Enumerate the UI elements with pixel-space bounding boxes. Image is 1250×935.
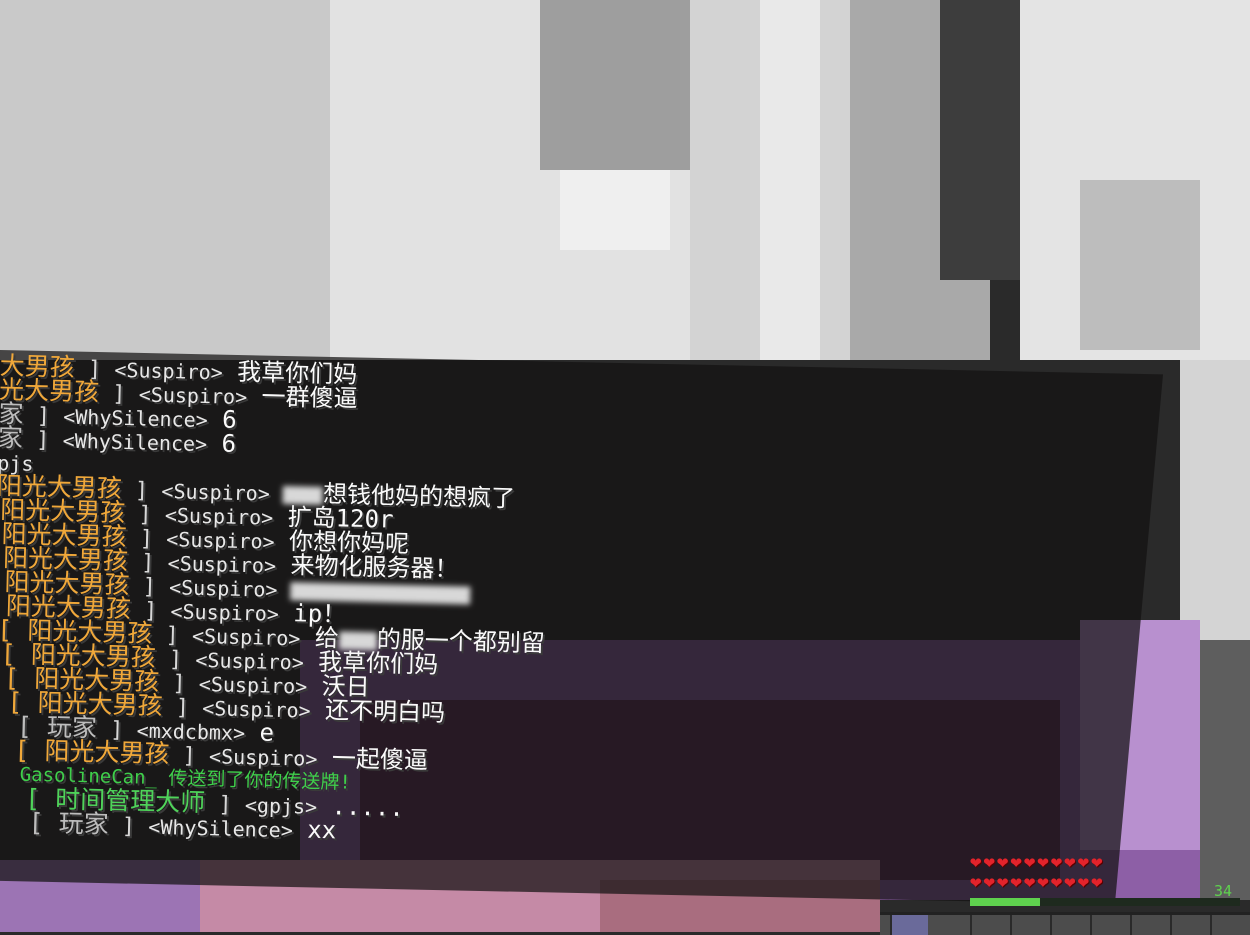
chat-bracket: ] xyxy=(124,502,166,529)
chat-bracket: ] xyxy=(204,792,246,819)
chat-bracket: ] xyxy=(151,622,193,649)
heart-icon: ❤ xyxy=(983,871,995,893)
chat-bracket: ] xyxy=(126,526,167,553)
hotbar-slot[interactable] xyxy=(1170,915,1208,935)
chat-bracket: ] xyxy=(23,403,64,430)
chat-bracket: ] xyxy=(169,743,210,770)
heart-icon: ❤ xyxy=(1077,851,1090,873)
heart-icon: ❤ xyxy=(1010,871,1022,893)
hotbar-slot[interactable] xyxy=(1010,915,1048,935)
heart-icon: ❤ xyxy=(1050,851,1063,873)
chat-bracket: ] xyxy=(158,670,200,697)
heart-icon: ❤ xyxy=(1010,851,1022,873)
hotbar-slot[interactable] xyxy=(970,915,1008,935)
hotbar-slot[interactable] xyxy=(1090,915,1128,935)
chat-bracket: ] xyxy=(162,695,203,722)
heart-icon: ❤ xyxy=(1091,871,1103,893)
xp-bar-fill xyxy=(970,898,1041,906)
chat-rank: 家 xyxy=(0,422,24,453)
heart-icon: ❤ xyxy=(970,871,982,893)
heart-icon: ❤ xyxy=(996,851,1009,873)
heart-icon: ❤ xyxy=(1037,871,1049,893)
chat-message: 6 xyxy=(206,429,237,458)
heart-icon: ❤ xyxy=(1050,871,1063,893)
heart-icon: ❤ xyxy=(983,851,995,873)
hotbar-slot[interactable] xyxy=(1210,915,1248,935)
chat-bracket: ] xyxy=(98,381,140,408)
chat-bracket: ] xyxy=(22,427,63,454)
health-bar: ❤ ❤ ❤ ❤ ❤ ❤ ❤ ❤ ❤ ❤ ❤ ❤ ❤ ❤ ❤ ❤ ❤ ❤ ❤ ❤ xyxy=(970,852,1210,892)
hotbar-slot[interactable] xyxy=(1130,915,1168,935)
heart-icon: ❤ xyxy=(1077,871,1090,893)
chat-bracket: ] xyxy=(121,478,162,504)
heart-icon: ❤ xyxy=(1091,851,1103,873)
heart-icon: ❤ xyxy=(996,871,1009,893)
chat-message: xx xyxy=(292,815,337,845)
chat-bracket: ] xyxy=(129,574,170,601)
heart-icon: ❤ xyxy=(1064,851,1076,873)
hotbar-slot[interactable] xyxy=(890,915,928,935)
chat-rank: [ 玩家 xyxy=(28,807,110,839)
chat-message: e xyxy=(244,718,275,747)
chat-player-name: <WhySilence> xyxy=(148,814,294,843)
chat-bracket: ] xyxy=(108,813,149,840)
xp-bar xyxy=(970,898,1240,906)
heart-icon: ❤ xyxy=(1023,851,1036,873)
redacted-blur xyxy=(338,631,378,651)
redacted-blur xyxy=(282,485,324,505)
chat-bracket: ] xyxy=(127,550,168,577)
hotbar-slot[interactable] xyxy=(1050,915,1088,935)
heart-icon: ❤ xyxy=(1037,851,1049,873)
health-row-bottom: ❤ ❤ ❤ ❤ ❤ ❤ ❤ ❤ ❤ ❤ xyxy=(970,872,1210,892)
chat-log: 大男孩 ] <Suspiro> 我草你们妈 光大男孩 ] <Suspiro> 一… xyxy=(0,351,1160,862)
heart-icon: ❤ xyxy=(970,851,982,873)
heart-icon: ❤ xyxy=(1064,871,1076,893)
chat-bracket: ] xyxy=(155,646,196,673)
health-row-top: ❤ ❤ ❤ ❤ ❤ ❤ ❤ ❤ ❤ ❤ xyxy=(970,852,1210,872)
heart-icon: ❤ xyxy=(1023,871,1036,893)
